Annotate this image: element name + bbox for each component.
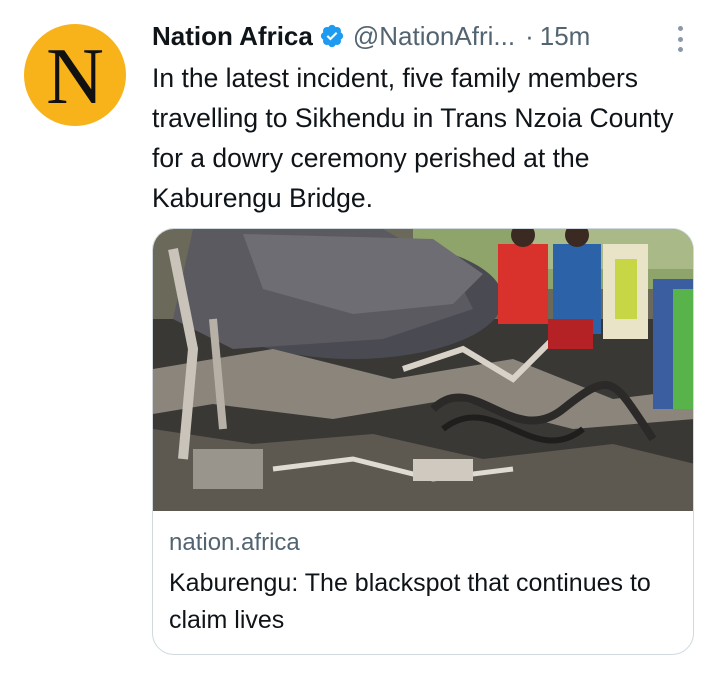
card-image[interactable] — [153, 229, 693, 511]
user-handle[interactable]: @NationAfri... — [353, 21, 515, 52]
verified-badge-icon — [319, 23, 345, 49]
separator-dot: · — [525, 20, 534, 51]
avatar[interactable]: N — [24, 24, 126, 126]
more-options-icon[interactable] — [670, 26, 690, 52]
display-name[interactable]: Nation Africa — [152, 21, 313, 52]
avatar-logo-letter: N — [46, 33, 104, 121]
card-domain: nation.africa — [169, 529, 300, 556]
tweet-text: In the latest incident, five family memb… — [152, 63, 674, 213]
tweet-header: Nation Africa @NationAfri... · 15m — [152, 16, 690, 56]
tweet[interactable]: N Nation Africa @NationAfri... · 15m In … — [0, 0, 720, 673]
link-card[interactable]: nation.africa Kaburengu: The blackspot t… — [152, 228, 694, 655]
card-title: Kaburengu: The blackspot that continues … — [169, 569, 651, 634]
timestamp[interactable]: 15m — [540, 21, 591, 52]
